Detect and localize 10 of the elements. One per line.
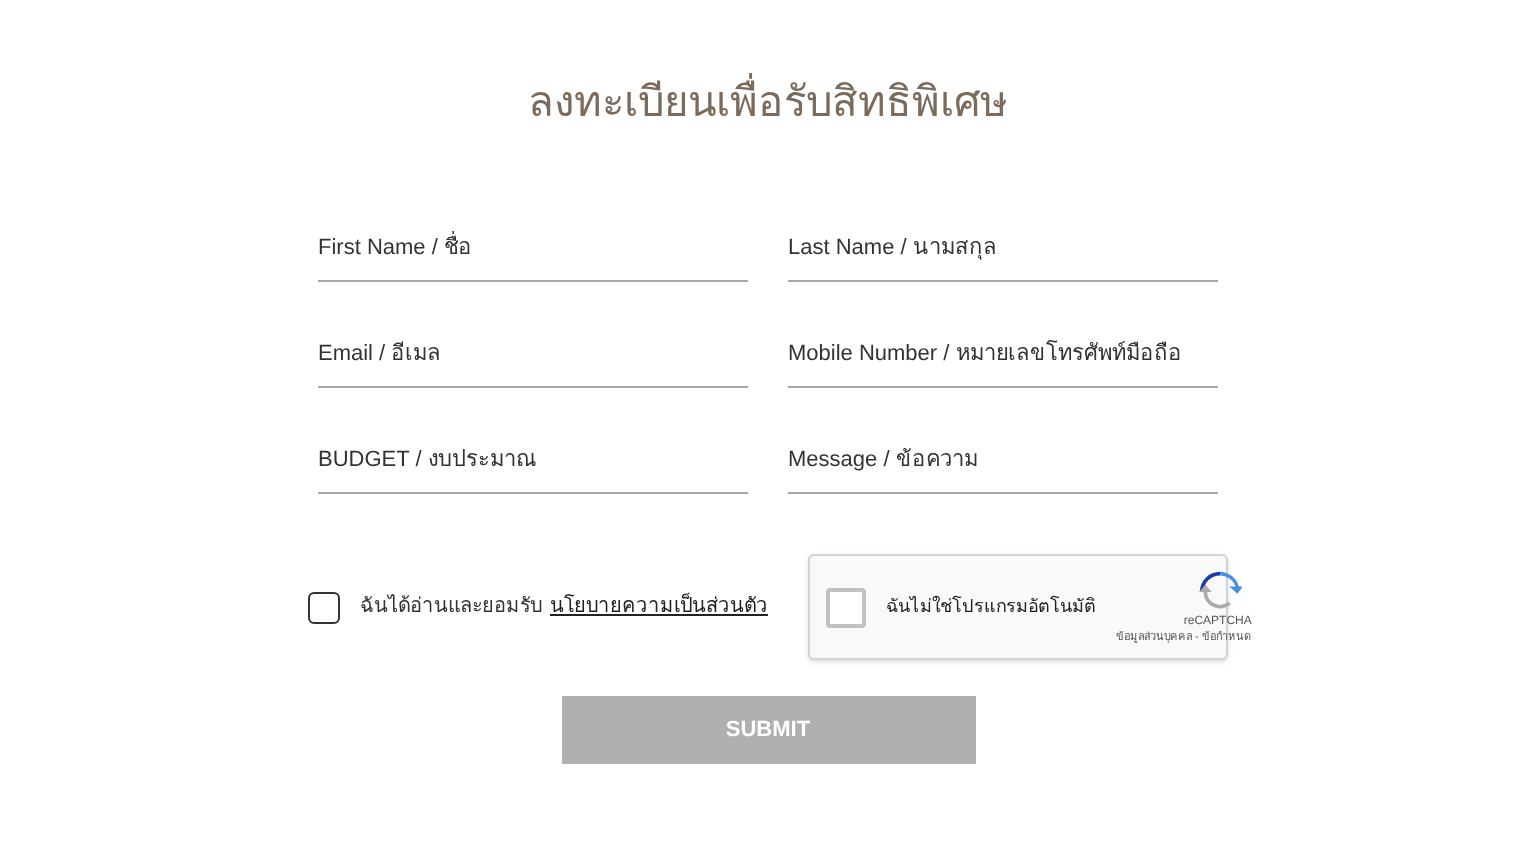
form-title: ลงทะเบียนเพื่อรับสิทธิพิเศษ: [528, 76, 1008, 132]
captcha-label: ฉันไม่ใช่โปรแกรมอัตโนมัติ: [886, 593, 1096, 620]
input-field[interactable]: Email / อีเมล: [318, 318, 748, 388]
input-field[interactable]: Last Name / นามสกุล: [788, 212, 1218, 282]
input-field[interactable]: BUDGET / งบประมาณ: [318, 424, 748, 494]
privacy-policy-link[interactable]: นโยบายความเป็นส่วนตัว: [550, 592, 768, 622]
input-field[interactable]: Message / ข้อความ: [788, 424, 1218, 494]
input-field[interactable]: First Name / ชื่อ: [318, 212, 748, 282]
consent-text: ฉันได้อ่านและยอมรับ: [360, 592, 542, 622]
input-field[interactable]: Mobile Number / หมายเลขโทรศัพท์มือถือ: [788, 318, 1218, 388]
